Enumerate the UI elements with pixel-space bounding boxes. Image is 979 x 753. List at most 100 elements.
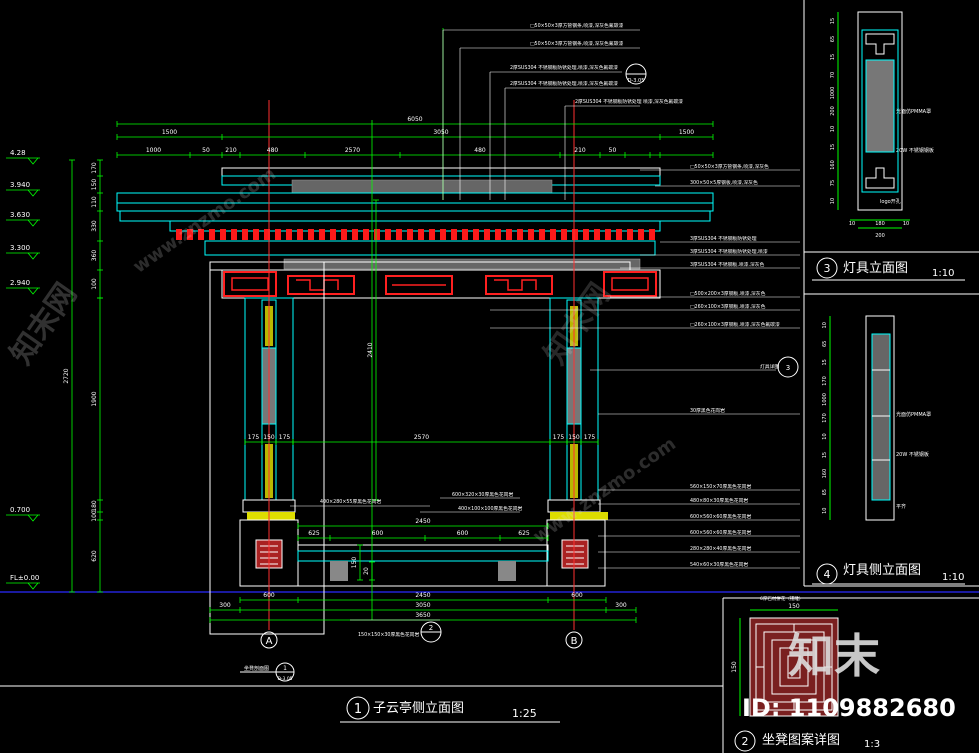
right-callout-text: 3厚SUS304 不锈钢板,喷漆,深灰色	[690, 261, 765, 268]
dimension-value: 1900	[91, 391, 98, 406]
rafter	[583, 229, 589, 240]
right-callout-text: 灯具详图	[760, 363, 779, 370]
lamp-side-note: 平齐	[896, 503, 906, 510]
bench	[297, 544, 549, 587]
dimension-value: 110	[91, 196, 98, 208]
lamp-dimension-value: 160	[822, 469, 828, 479]
rafter	[385, 229, 391, 240]
right-callout-text: 600×560×60厚黑色花岗岩	[690, 513, 751, 520]
rafter	[286, 229, 292, 240]
lamp-elevation-title: 灯具立面图	[843, 261, 908, 276]
lamp-dimension-value: 10	[822, 508, 828, 514]
dimension-value: 50	[609, 147, 617, 154]
dimension-value: 1500	[679, 129, 694, 136]
dimension-value: 2720	[63, 368, 70, 383]
right-callout-text: □260×100×3厚钢板,喷漆,深灰色	[690, 303, 766, 310]
rafter	[528, 229, 534, 240]
bench-ref-marker: 2	[420, 621, 442, 643]
rafter	[418, 229, 424, 240]
lamp-dimension-value: 10	[822, 322, 828, 328]
seat-pattern-number: 2	[742, 735, 749, 748]
dimension-value: 150	[351, 557, 358, 569]
seat-callout-text: 400×100×100厚黑色花岗岩	[458, 505, 522, 512]
dimension-value: 620	[91, 550, 98, 562]
roof	[116, 167, 714, 271]
lamp-dimension-value: 15	[830, 18, 836, 24]
lamp-dimension-value: 200	[875, 233, 885, 239]
lamp-elevation-scale: 1:10	[932, 268, 954, 279]
dimension-value: 600	[571, 592, 583, 599]
lamp-side-number: 4	[824, 568, 831, 581]
dimension-value: 600	[263, 592, 275, 599]
rafter	[616, 229, 622, 240]
lamp-dimension-value: 10	[903, 221, 909, 227]
lamp-side-scale: 1:10	[942, 572, 964, 583]
lamp-dimension-value: 65	[822, 341, 828, 347]
dimension-value: 330	[91, 220, 98, 232]
dimension-value: 100	[91, 278, 98, 290]
lamp-side-detail: 4 灯具侧立面图 1:10	[812, 315, 965, 585]
dimension-value: 2450	[415, 518, 430, 525]
dimension-value: 300	[615, 602, 627, 609]
lamp-dimension-value: 160	[830, 160, 836, 170]
lamp-dimension-value: 1000	[830, 87, 836, 100]
rafter	[550, 229, 556, 240]
rafter	[495, 229, 501, 240]
seat-pattern-title: 坐凳图案详图	[762, 732, 840, 748]
seat-callout-text: 600×320×30厚黑色花岗岩	[452, 491, 513, 498]
seat-pattern-detail: 2 坐凳图案详图 1:3	[734, 609, 880, 752]
rafter	[330, 229, 336, 240]
lamp-elevation-number: 3	[824, 262, 831, 275]
right-callout-text: 3厚SUS304 不锈钢板防锈处理	[690, 235, 757, 242]
rafter	[352, 229, 358, 240]
seat-dimension-value: 150	[788, 603, 800, 610]
right-callout-text: 3厚SUS304 不锈钢板防锈处理,喷漆	[690, 248, 768, 255]
main-view-number: 1	[354, 702, 362, 717]
rafter	[297, 229, 303, 240]
rafter	[407, 229, 413, 240]
rafter	[627, 229, 633, 240]
dimension-value: 300	[219, 602, 231, 609]
rafter	[484, 229, 490, 240]
bottom-section-ref: 坐凳剖面图 1 D-3.05	[240, 662, 295, 682]
level-value: 2.940	[10, 279, 30, 287]
rafter	[440, 229, 446, 240]
lamp-dimension-value: 10	[830, 126, 836, 132]
rafter	[242, 229, 248, 240]
rafter	[594, 229, 600, 240]
lamp-dimension-value: 15	[830, 144, 836, 150]
dimension-value: 2570	[414, 434, 429, 441]
main-view-scale: 1:25	[512, 707, 537, 720]
dimension-value: 175	[279, 434, 291, 441]
dimension-value: 100	[91, 510, 98, 522]
dimension-value: 20	[363, 567, 370, 575]
dimension-value: 150	[91, 179, 98, 191]
dimension-value: 50	[202, 147, 210, 154]
rafter	[341, 229, 347, 240]
lamp-note: logo开孔	[880, 198, 901, 205]
lamp-dimension-value: 15	[822, 359, 828, 365]
lamp-dimension-value: 10	[830, 198, 836, 204]
seat-callout-text: 150×150×30厚黑色花岗岩	[358, 631, 419, 638]
lamp-side-note: 20W 不锈钢板	[896, 451, 929, 458]
dimension-value: 150	[568, 434, 580, 441]
rafter	[649, 229, 655, 240]
rafter	[473, 229, 479, 240]
level-value: FL±0.00	[10, 574, 39, 582]
seat-dimension-value: 150	[731, 661, 738, 673]
rafter	[605, 229, 611, 240]
cad-drawing: A B 4.28 3.940 3.630 3.300 2.940 0.700 FL±0.00…	[0, 0, 979, 753]
rafter	[374, 229, 380, 240]
dimension-value: 180	[91, 500, 98, 512]
right-callout-text: 540×60×30厚黑色花岗岩	[690, 561, 748, 568]
right-callout-text: □500×200×3厚钢板,喷漆,深灰色	[690, 290, 766, 297]
dimension-value: 175	[553, 434, 565, 441]
rafter	[561, 229, 567, 240]
rafter	[462, 229, 468, 240]
lamp-ref-number: 3	[786, 364, 790, 372]
callout-detail-marker: D-3.05	[625, 63, 647, 85]
right-callout-text: □50×50×3厚方管钢条,喷漆,深灰色	[690, 163, 769, 170]
dimension-value: 2570	[345, 147, 360, 154]
axis-b: B	[565, 631, 583, 649]
top-callout-text: 2厚SUS304 不锈钢板防锈处理,喷漆,深灰色氟碳漆	[510, 80, 618, 87]
